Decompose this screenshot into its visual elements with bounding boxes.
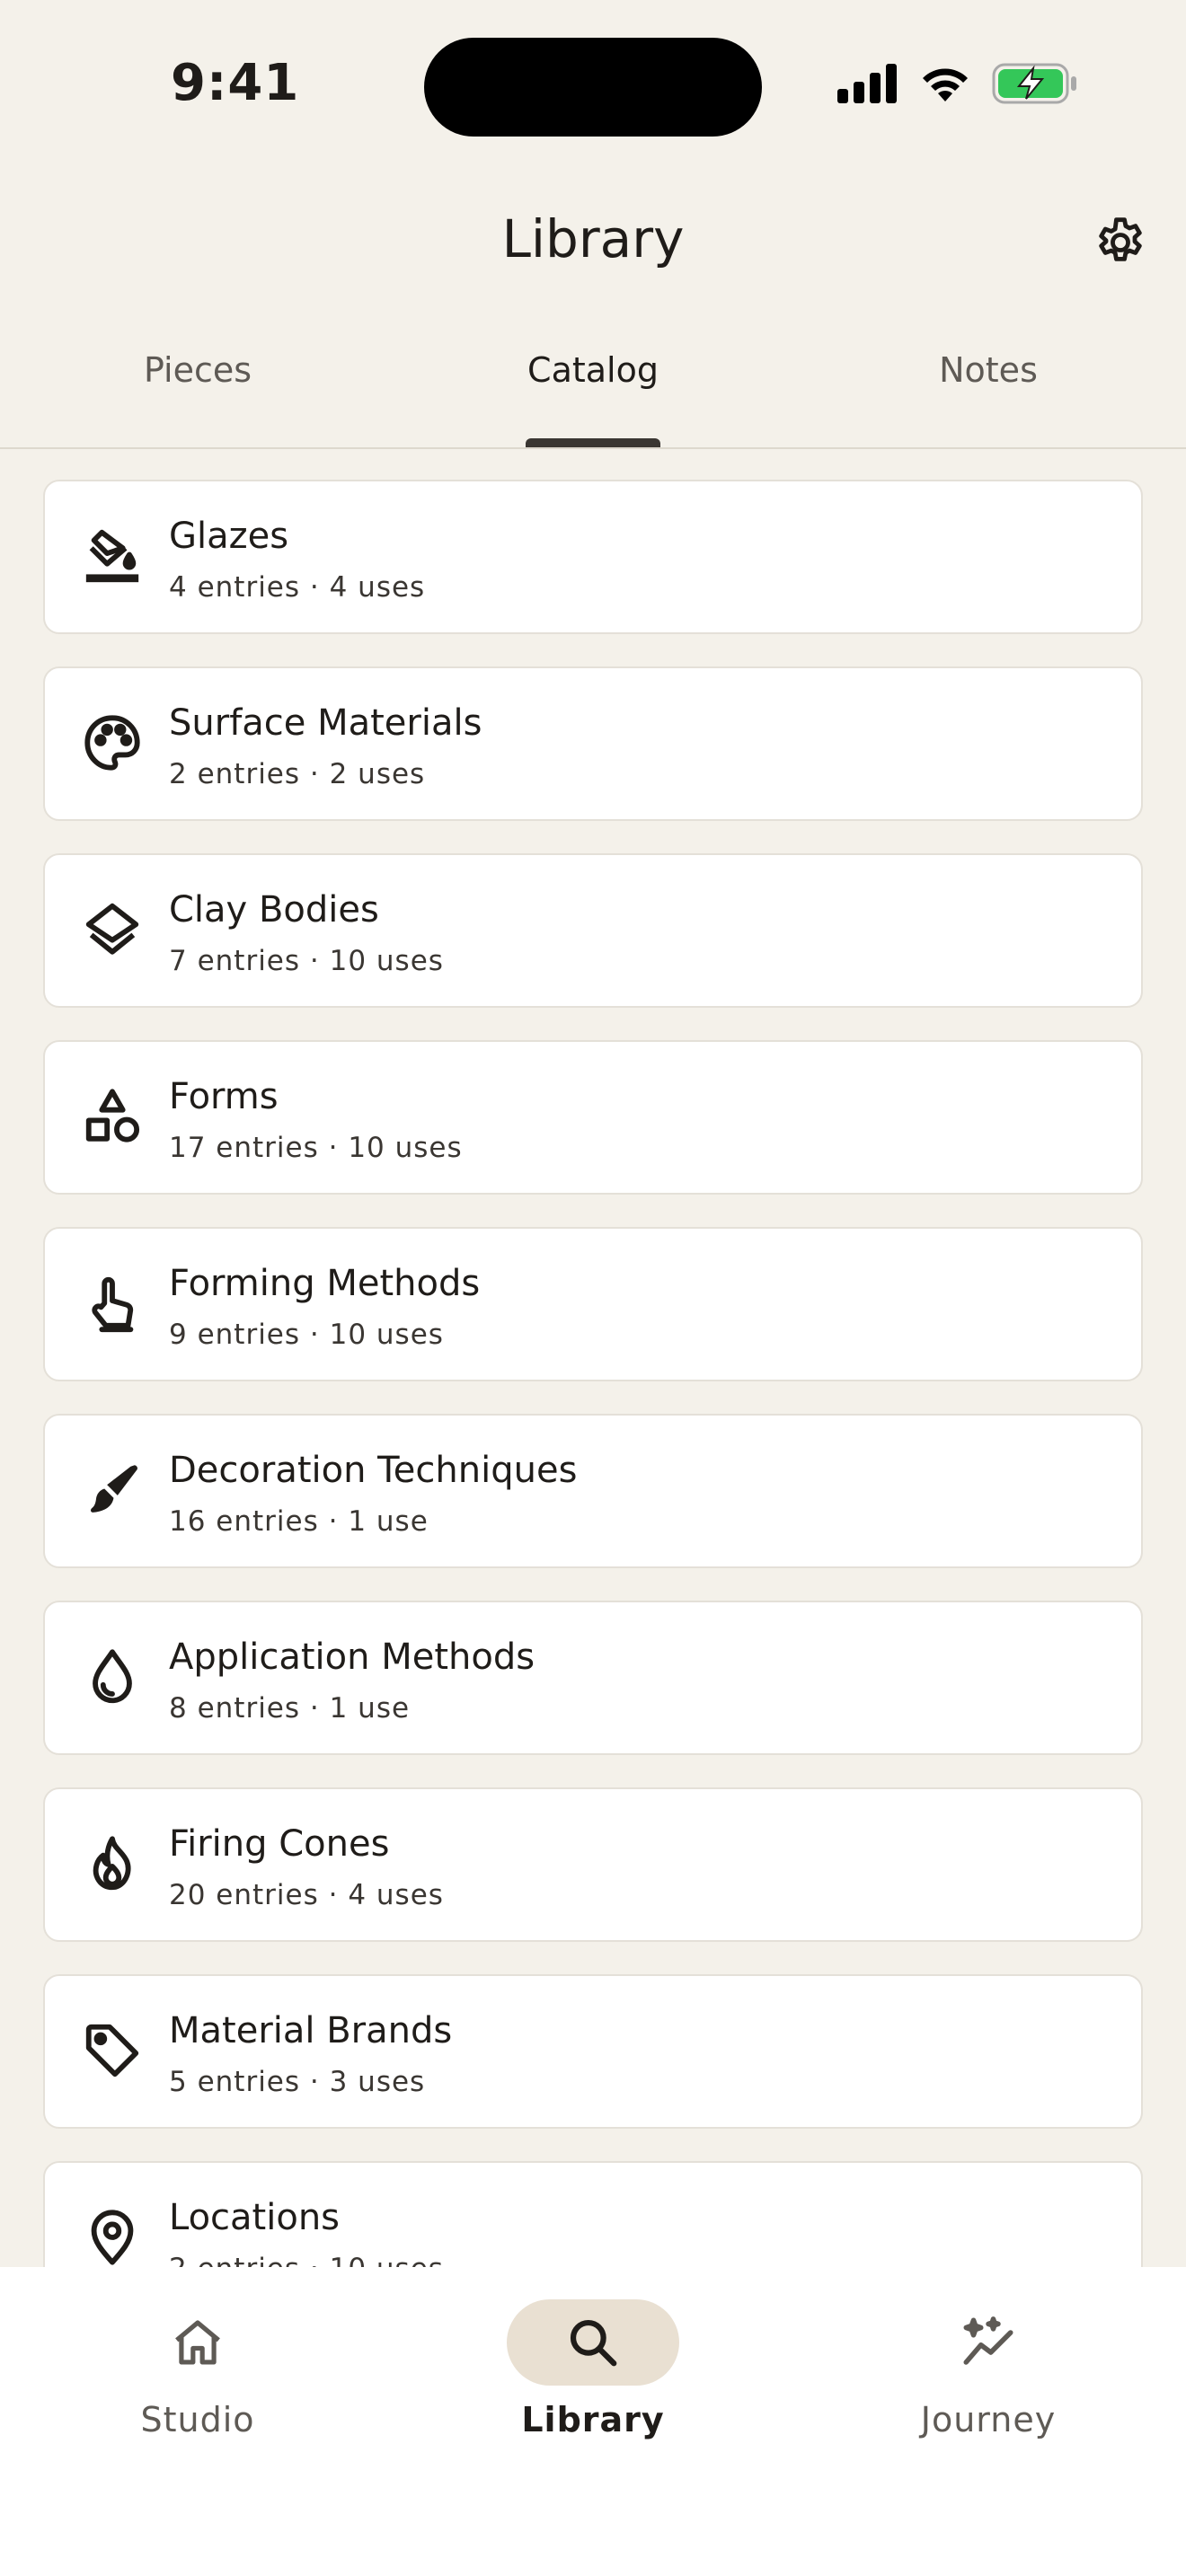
catalog-item-firing-cones[interactable]: Firing Cones 20 entries · 4 uses xyxy=(43,1787,1143,1942)
status-icons xyxy=(837,63,1078,104)
catalog-item-subtitle: 8 entries · 1 use xyxy=(169,1692,411,1725)
catalog-item-material-brands[interactable]: Material Brands 5 entries · 3 uses xyxy=(43,1974,1143,2129)
nav-studio[interactable]: Studio xyxy=(0,2299,395,2439)
home-icon xyxy=(175,2320,220,2365)
tab-pieces[interactable]: Pieces xyxy=(0,350,395,390)
catalog-item-application-methods[interactable]: Application Methods 8 entries · 1 use xyxy=(43,1601,1143,1755)
cellular-signal-icon xyxy=(837,64,897,103)
catalog-item-subtitle: 9 entries · 10 uses xyxy=(169,1319,444,1351)
tag-icon xyxy=(85,2024,139,2078)
catalog-item-subtitle: 4 entries · 4 uses xyxy=(169,571,426,604)
catalog-item-decoration-techniques[interactable]: Decoration Techniques 16 entries · 1 use xyxy=(43,1414,1143,1568)
catalog-item-title: Forming Methods xyxy=(169,1263,481,1304)
catalog-item-subtitle: 2 entries · 10 uses xyxy=(169,2253,444,2267)
wifi-icon xyxy=(923,68,968,101)
tab-catalog[interactable]: Catalog xyxy=(395,350,791,390)
tab-bar: Pieces Catalog Notes xyxy=(0,350,1186,449)
palette-icon xyxy=(84,715,140,771)
catalog-item-subtitle: 5 entries · 3 uses xyxy=(169,2066,426,2098)
tab-active-indicator xyxy=(526,438,660,447)
catalog-item-title: Material Brands xyxy=(169,2010,453,2051)
catalog-item-title: Firing Cones xyxy=(169,1823,390,1865)
catalog-item-subtitle: 20 entries · 4 uses xyxy=(169,1879,444,1911)
map-pin-icon xyxy=(91,2210,134,2265)
tab-notes[interactable]: Notes xyxy=(791,350,1186,390)
page-title: Library xyxy=(501,208,685,269)
catalog-item-title: Locations xyxy=(169,2197,341,2238)
nav-label: Library xyxy=(521,2400,665,2439)
nav-library-pill xyxy=(507,2299,679,2386)
status-bar: 9:41 xyxy=(0,0,1186,171)
hand-pointer-icon xyxy=(92,1276,134,1333)
layers-icon xyxy=(85,903,139,955)
catalog-item-glazes[interactable]: Glazes 4 entries · 4 uses xyxy=(43,480,1143,634)
dynamic-island xyxy=(424,38,762,137)
catalog-item-subtitle: 2 entries · 2 uses xyxy=(169,758,426,790)
gear-icon[interactable] xyxy=(1092,214,1149,271)
nav-studio-pill xyxy=(111,2299,284,2386)
catalog-item-subtitle: 7 entries · 10 uses xyxy=(169,945,444,977)
catalog-item-surface-materials[interactable]: Surface Materials 2 entries · 2 uses xyxy=(43,666,1143,821)
bottom-navigation: Studio Library Journey xyxy=(0,2267,1186,2576)
catalog-item-title: Surface Materials xyxy=(169,702,482,744)
paint-bucket-icon xyxy=(85,529,139,583)
catalog-item-title: Glazes xyxy=(169,516,289,557)
droplet-icon xyxy=(93,1649,132,1704)
catalog-item-subtitle: 16 entries · 1 use xyxy=(169,1505,429,1538)
nav-label: Journey xyxy=(920,2400,1057,2439)
sparkle-chart-icon xyxy=(963,2316,1013,2365)
brush-icon xyxy=(91,1465,137,1513)
shapes-icon xyxy=(85,1089,140,1142)
catalog-item-title: Clay Bodies xyxy=(169,889,379,931)
catalog-item-locations[interactable]: Locations 2 entries · 10 uses xyxy=(43,2161,1143,2267)
catalog-item-clay-bodies[interactable]: Clay Bodies 7 entries · 10 uses xyxy=(43,853,1143,1008)
flame-icon xyxy=(93,1836,131,1891)
status-time: 9:41 xyxy=(171,54,300,112)
catalog-item-title: Decoration Techniques xyxy=(169,1450,578,1491)
catalog-list: Glazes 4 entries · 4 uses Surface Materi… xyxy=(43,480,1143,2267)
catalog-item-forming-methods[interactable]: Forming Methods 9 entries · 10 uses xyxy=(43,1227,1143,1381)
catalog-item-title: Forms xyxy=(169,1076,279,1117)
nav-library[interactable]: Library xyxy=(395,2299,791,2439)
catalog-item-subtitle: 17 entries · 10 uses xyxy=(169,1132,463,1164)
nav-label: Studio xyxy=(140,2400,255,2439)
catalog-item-title: Application Methods xyxy=(169,1636,535,1678)
nav-journey[interactable]: Journey xyxy=(791,2299,1186,2439)
nav-journey-pill xyxy=(902,2299,1075,2386)
battery-charging-icon xyxy=(992,63,1076,104)
catalog-item-forms[interactable]: Forms 17 entries · 10 uses xyxy=(43,1040,1143,1195)
search-icon xyxy=(570,2319,617,2367)
